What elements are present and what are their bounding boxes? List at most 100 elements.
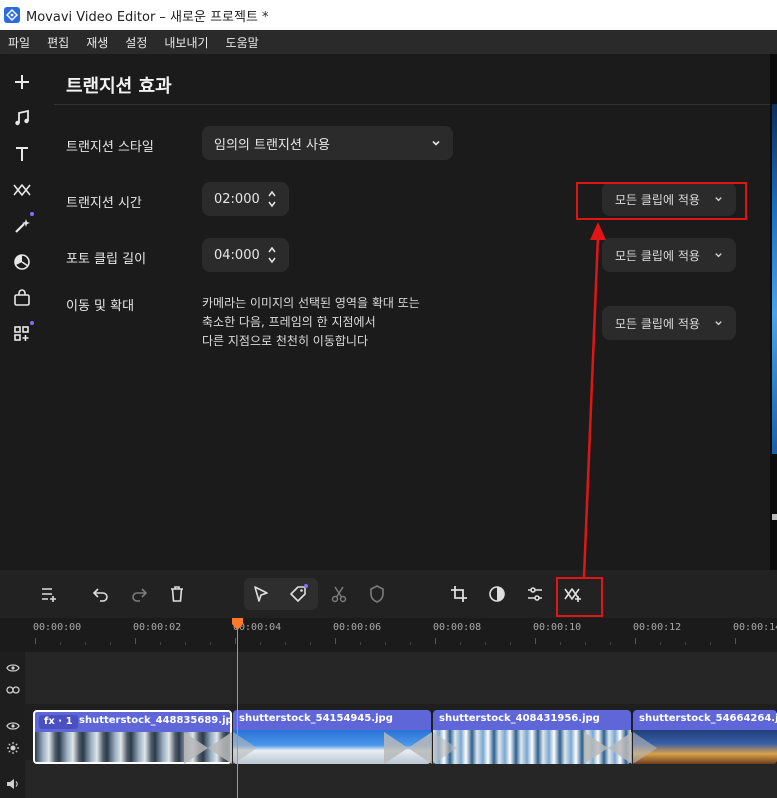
stabilize-shield-icon[interactable]	[365, 582, 389, 606]
music-icon[interactable]	[10, 106, 34, 130]
transitions-icon[interactable]	[10, 178, 34, 202]
ruler-minor-tick	[560, 642, 561, 645]
title-text-icon[interactable]	[10, 142, 34, 166]
ruler-minor-tick	[510, 642, 511, 645]
ruler-tick	[535, 638, 536, 644]
audio-track[interactable]	[25, 768, 777, 798]
crop-icon[interactable]	[447, 582, 471, 606]
add-media-icon[interactable]	[10, 70, 34, 94]
transition-marker[interactable]	[233, 732, 281, 764]
ruler-minor-tick	[485, 642, 486, 645]
undo-icon[interactable]	[89, 582, 113, 606]
playhead-handle[interactable]	[232, 618, 243, 630]
apply-photo-length-all-label: 모든 클립에 적용	[615, 248, 700, 263]
pan-zoom-desc-line: 축소한 다음, 프레임의 한 지점에서	[202, 315, 376, 329]
title-bar: Movavi Video Editor – 새로운 프로젝트 *	[0, 0, 777, 30]
transition-settings-panel: 트랜지션 효과 트랜지션 스타일 임의의 트랜지션 사용 트랜지션 시간 02:…	[44, 54, 770, 570]
preview-scrollbar[interactable]	[772, 514, 777, 520]
tool-rail	[0, 54, 44, 570]
photo-clip-length-value: 04:000	[214, 247, 260, 263]
scissors-icon[interactable]	[327, 582, 351, 606]
link-icon[interactable]	[5, 682, 21, 698]
ruler-minor-tick	[460, 642, 461, 645]
transition-marker[interactable]	[433, 732, 481, 764]
up-down-arrows-icon[interactable]	[267, 189, 277, 209]
ruler-tick-label: 00:00:08	[433, 622, 482, 633]
overlay-track[interactable]	[25, 652, 777, 704]
color-adjust-icon[interactable]	[485, 582, 509, 606]
ruler-tick	[735, 638, 736, 644]
new-badge-dot-3	[304, 584, 308, 588]
ruler-minor-tick	[160, 642, 161, 645]
delete-icon[interactable]	[165, 582, 189, 606]
clip-name: shutterstock_408431956.jpg	[439, 713, 600, 724]
ruler-tick	[235, 638, 236, 644]
ruler-tick	[35, 638, 36, 644]
transition-style-label: 트랜지션 스타일	[66, 140, 154, 155]
chevron-down-icon	[432, 140, 440, 146]
clip-name: shutterstock_448835689.jpg	[79, 715, 232, 726]
movavi-app-icon	[4, 7, 20, 23]
clip-name: shutterstock_54664264.jpg	[639, 713, 777, 724]
ruler-tick-label: 00:00:12	[633, 622, 682, 633]
panel-divider	[54, 104, 770, 105]
playhead-line[interactable]	[237, 628, 238, 798]
track-controls	[0, 652, 25, 798]
select-pointer-icon[interactable]	[249, 582, 273, 606]
store-icon[interactable]	[10, 286, 34, 310]
window-title: Movavi Video Editor – 새로운 프로젝트 *	[26, 9, 269, 25]
apply-pan-zoom-all-label: 모든 클립에 적용	[615, 316, 700, 331]
ruler-tick-label: 00:00:14	[733, 622, 777, 633]
ruler-minor-tick	[210, 642, 211, 645]
photo-clip-length-stepper[interactable]: 04:000	[202, 238, 289, 272]
add-track-icon[interactable]	[37, 582, 61, 606]
menu-help[interactable]: 도움말	[218, 34, 268, 51]
timeline-ruler[interactable]: 00:00:00 00:00:02 00:00:04 00:00:06 00:0…	[0, 618, 777, 652]
apply-pan-zoom-all-button[interactable]: 모든 클립에 적용	[602, 306, 736, 340]
eye-icon[interactable]	[5, 718, 21, 734]
up-down-arrows-icon[interactable]	[267, 245, 277, 265]
ruler-minor-tick	[260, 642, 261, 645]
menu-edit[interactable]: 편집	[39, 34, 78, 51]
transition-marker[interactable]	[384, 732, 432, 764]
clip-properties-icon[interactable]	[523, 582, 547, 606]
ruler-tick-label: 00:00:10	[533, 622, 582, 633]
transition-duration-stepper[interactable]: 02:000	[202, 182, 289, 216]
menu-bar: 파일 편집 재생 설정 내보내기 도움말	[0, 30, 777, 54]
menu-settings[interactable]: 설정	[117, 34, 156, 51]
magic-wand-icon[interactable]	[10, 214, 34, 238]
transition-marker[interactable]	[633, 732, 681, 764]
menu-file[interactable]: 파일	[0, 34, 39, 51]
redo-icon[interactable]	[127, 582, 151, 606]
ruler-tick-label: 00:00:00	[33, 622, 82, 633]
ruler-minor-tick	[610, 642, 611, 645]
chevron-down-icon	[715, 321, 722, 326]
transition-marker[interactable]	[184, 732, 232, 764]
ruler-minor-tick	[310, 642, 311, 645]
transition-style-dropdown[interactable]: 임의의 트랜지션 사용	[202, 126, 453, 160]
ruler-tick-label: 00:00:02	[133, 622, 182, 633]
menu-playback[interactable]: 재생	[78, 34, 117, 51]
annotation-highlight-toolbar	[556, 577, 603, 617]
transition-marker[interactable]	[584, 732, 632, 764]
speaker-icon[interactable]	[5, 776, 21, 792]
chevron-down-icon	[715, 253, 722, 258]
annotation-highlight-apply	[576, 182, 747, 220]
menu-export[interactable]: 내보내기	[156, 34, 217, 51]
filters-icon[interactable]	[10, 250, 34, 274]
effects-badge[interactable]: fx · 1	[39, 715, 78, 729]
ruler-tick	[635, 638, 636, 644]
ruler-tick	[335, 638, 336, 644]
pan-zoom-desc-line: 카메라는 이미지의 선택된 영역을 확대 또는	[202, 296, 420, 310]
ruler-minor-tick	[385, 642, 386, 645]
brightness-icon[interactable]	[5, 740, 21, 756]
eye-icon[interactable]	[5, 660, 21, 676]
ruler-tick-label: 00:00:06	[333, 622, 382, 633]
apply-photo-length-all-button[interactable]: 모든 클립에 적용	[602, 238, 736, 272]
ruler-tick	[135, 638, 136, 644]
pan-zoom-description: 카메라는 이미지의 선택된 영역을 확대 또는 축소한 다음, 프레임의 한 지…	[202, 294, 420, 351]
new-badge-dot	[30, 212, 34, 216]
ruler-minor-tick	[660, 642, 661, 645]
ruler-minor-tick	[285, 642, 286, 645]
more-tools-icon[interactable]	[10, 322, 34, 346]
